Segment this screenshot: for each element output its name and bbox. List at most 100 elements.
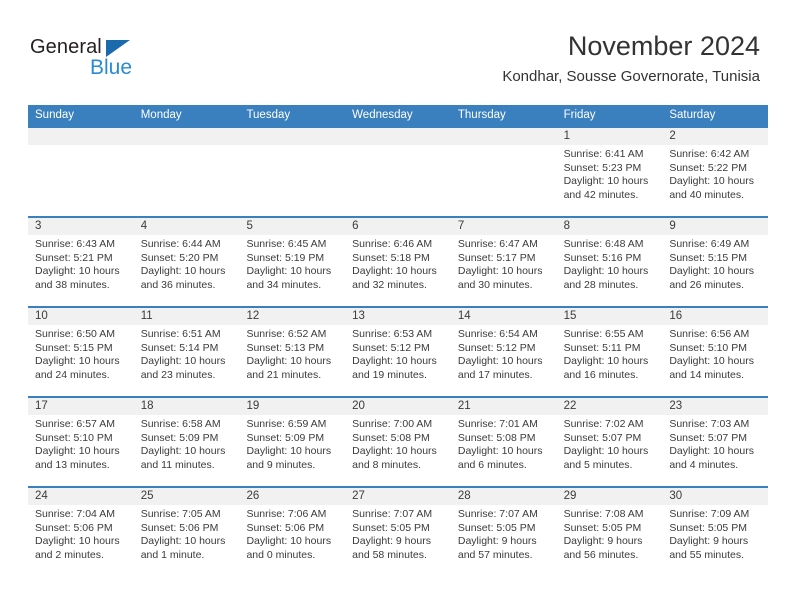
daylight-text-line2: and 57 minutes. — [457, 548, 533, 561]
daylight-text-line1: Daylight: 10 hours — [352, 265, 437, 278]
daylight-text-line2: and 36 minutes. — [140, 278, 216, 291]
daylight-text-line2: and 14 minutes. — [669, 368, 745, 381]
day-info: Sunrise: 6:55 AM Sunset: 5:11 PM Dayligh… — [557, 325, 663, 382]
day-cell[interactable]: 7 Sunrise: 6:47 AM Sunset: 5:17 PM Dayli… — [450, 218, 557, 306]
day-cell[interactable]: 28 Sunrise: 7:07 AM Sunset: 5:05 PM Dayl… — [450, 488, 557, 576]
day-number: 20 — [345, 398, 451, 415]
calendar-page: General Blue November 2024 Kondhar, Sous… — [0, 0, 792, 612]
day-cell[interactable] — [133, 128, 240, 216]
day-cell[interactable]: 16 Sunrise: 6:56 AM Sunset: 5:10 PM Dayl… — [662, 308, 769, 396]
sunrise-text: Sunrise: 6:48 AM — [563, 238, 644, 250]
daylight-text-line2: and 19 minutes. — [352, 368, 427, 381]
day-cell[interactable]: 26 Sunrise: 7:06 AM Sunset: 5:06 PM Dayl… — [239, 488, 346, 576]
sunrise-text: Sunrise: 7:02 AM — [563, 418, 644, 430]
sunrise-text: Sunrise: 7:09 AM — [669, 508, 750, 520]
day-cell[interactable]: 13 Sunrise: 6:53 AM Sunset: 5:12 PM Dayl… — [345, 308, 451, 396]
sunrise-text: Sunrise: 6:49 AM — [669, 238, 750, 250]
sunset-text: Sunset: 5:06 PM — [35, 521, 113, 534]
sunset-text: Sunset: 5:20 PM — [140, 251, 219, 264]
sunrise-text: Sunrise: 6:41 AM — [563, 148, 644, 160]
day-cell[interactable]: 9 Sunrise: 6:49 AM Sunset: 5:15 PM Dayli… — [662, 218, 769, 306]
day-number — [239, 128, 346, 145]
sunrise-text: Sunrise: 7:05 AM — [140, 508, 221, 520]
day-cell[interactable]: 30 Sunrise: 7:09 AM Sunset: 5:05 PM Dayl… — [662, 488, 769, 576]
day-cell[interactable]: 19 Sunrise: 6:59 AM Sunset: 5:09 PM Dayl… — [239, 398, 346, 486]
sunset-text: Sunset: 5:16 PM — [563, 251, 642, 264]
day-number: 14 — [450, 308, 557, 325]
sunset-text: Sunset: 5:10 PM — [35, 431, 113, 444]
day-cell[interactable]: 5 Sunrise: 6:45 AM Sunset: 5:19 PM Dayli… — [239, 218, 346, 306]
daylight-text-line2: and 30 minutes. — [457, 278, 533, 291]
daylight-text-line1: Daylight: 10 hours — [669, 175, 754, 188]
weekday-header-monday: Monday — [140, 109, 182, 121]
sunrise-text: Sunrise: 6:52 AM — [246, 328, 327, 340]
sunrise-text: Sunrise: 7:00 AM — [352, 418, 433, 430]
daylight-text-line2: and 28 minutes. — [563, 278, 639, 291]
day-number: 26 — [239, 488, 346, 505]
day-number: 6 — [345, 218, 451, 235]
sunset-text: Sunset: 5:06 PM — [246, 521, 325, 534]
daylight-text-line1: Daylight: 10 hours — [140, 265, 226, 278]
daylight-text-line1: Daylight: 10 hours — [35, 535, 120, 548]
logo-text-general: General — [30, 36, 102, 58]
daylight-text-line2: and 21 minutes. — [246, 368, 322, 381]
day-cell[interactable]: 25 Sunrise: 7:05 AM Sunset: 5:06 PM Dayl… — [133, 488, 240, 576]
sunset-text: Sunset: 5:21 PM — [35, 251, 113, 264]
day-cell[interactable]: 18 Sunrise: 6:58 AM Sunset: 5:09 PM Dayl… — [133, 398, 240, 486]
day-cell[interactable]: 12 Sunrise: 6:52 AM Sunset: 5:13 PM Dayl… — [239, 308, 346, 396]
weekday-header-wednesday: Wednesday — [352, 109, 413, 121]
day-cell[interactable] — [450, 128, 557, 216]
day-cell[interactable]: 14 Sunrise: 6:54 AM Sunset: 5:12 PM Dayl… — [450, 308, 557, 396]
day-info: Sunrise: 6:52 AM Sunset: 5:13 PM Dayligh… — [239, 325, 345, 382]
sunrise-text: Sunrise: 6:51 AM — [140, 328, 221, 340]
day-cell[interactable]: 29 Sunrise: 7:08 AM Sunset: 5:05 PM Dayl… — [556, 488, 663, 576]
calendar-grid: Sunday Monday Tuesday Wednesday Thursday… — [28, 105, 769, 576]
daylight-text-line2: and 56 minutes. — [563, 548, 639, 561]
day-cell[interactable]: 11 Sunrise: 6:51 AM Sunset: 5:14 PM Dayl… — [133, 308, 240, 396]
day-cell[interactable]: 15 Sunrise: 6:55 AM Sunset: 5:11 PM Dayl… — [556, 308, 663, 396]
day-cell[interactable] — [239, 128, 346, 216]
week-row: 1 Sunrise: 6:41 AM Sunset: 5:23 PM Dayli… — [28, 126, 769, 216]
day-number — [450, 128, 557, 145]
sunset-text: Sunset: 5:08 PM — [352, 431, 430, 444]
day-number: 5 — [239, 218, 346, 235]
day-cell[interactable]: 20 Sunrise: 7:00 AM Sunset: 5:08 PM Dayl… — [345, 398, 451, 486]
daylight-text-line1: Daylight: 9 hours — [669, 535, 749, 548]
sunset-text: Sunset: 5:18 PM — [352, 251, 430, 264]
day-info: Sunrise: 7:08 AM Sunset: 5:05 PM Dayligh… — [557, 505, 663, 562]
day-cell[interactable] — [28, 128, 134, 216]
sunset-text: Sunset: 5:05 PM — [563, 521, 642, 534]
daylight-text-line2: and 32 minutes. — [352, 278, 427, 291]
week-row: 24 Sunrise: 7:04 AM Sunset: 5:06 PM Dayl… — [28, 486, 769, 576]
sunrise-text: Sunrise: 7:04 AM — [35, 508, 115, 520]
daylight-text-line1: Daylight: 9 hours — [457, 535, 537, 548]
sunrise-text: Sunrise: 7:01 AM — [457, 418, 538, 430]
day-number: 28 — [450, 488, 557, 505]
day-cell[interactable]: 17 Sunrise: 6:57 AM Sunset: 5:10 PM Dayl… — [28, 398, 134, 486]
sunset-text: Sunset: 5:09 PM — [140, 431, 219, 444]
day-cell[interactable]: 21 Sunrise: 7:01 AM Sunset: 5:08 PM Dayl… — [450, 398, 557, 486]
daylight-text-line2: and 0 minutes. — [246, 548, 316, 561]
day-cell[interactable]: 10 Sunrise: 6:50 AM Sunset: 5:15 PM Dayl… — [28, 308, 134, 396]
sunset-text: Sunset: 5:19 PM — [246, 251, 325, 264]
day-info: Sunrise: 6:54 AM Sunset: 5:12 PM Dayligh… — [451, 325, 557, 382]
day-cell[interactable]: 27 Sunrise: 7:07 AM Sunset: 5:05 PM Dayl… — [345, 488, 451, 576]
sunrise-text: Sunrise: 6:50 AM — [35, 328, 115, 340]
day-number — [133, 128, 240, 145]
day-cell[interactable]: 22 Sunrise: 7:02 AM Sunset: 5:07 PM Dayl… — [556, 398, 663, 486]
sunrise-text: Sunrise: 6:55 AM — [563, 328, 644, 340]
day-number: 9 — [662, 218, 769, 235]
day-cell[interactable]: 23 Sunrise: 7:03 AM Sunset: 5:07 PM Dayl… — [662, 398, 769, 486]
day-cell[interactable]: 4 Sunrise: 6:44 AM Sunset: 5:20 PM Dayli… — [133, 218, 240, 306]
day-cell[interactable]: 2 Sunrise: 6:42 AM Sunset: 5:22 PM Dayli… — [662, 128, 769, 216]
day-number: 13 — [345, 308, 451, 325]
day-cell[interactable]: 1 Sunrise: 6:41 AM Sunset: 5:23 PM Dayli… — [556, 128, 663, 216]
day-cell[interactable]: 6 Sunrise: 6:46 AM Sunset: 5:18 PM Dayli… — [345, 218, 451, 306]
day-cell[interactable]: 8 Sunrise: 6:48 AM Sunset: 5:16 PM Dayli… — [556, 218, 663, 306]
day-cell[interactable] — [345, 128, 451, 216]
week-row: 3 Sunrise: 6:43 AM Sunset: 5:21 PM Dayli… — [28, 216, 769, 306]
day-info: Sunrise: 7:09 AM Sunset: 5:05 PM Dayligh… — [662, 505, 768, 562]
daylight-text-line1: Daylight: 10 hours — [669, 445, 754, 458]
day-cell[interactable]: 3 Sunrise: 6:43 AM Sunset: 5:21 PM Dayli… — [28, 218, 134, 306]
day-cell[interactable]: 24 Sunrise: 7:04 AM Sunset: 5:06 PM Dayl… — [28, 488, 134, 576]
